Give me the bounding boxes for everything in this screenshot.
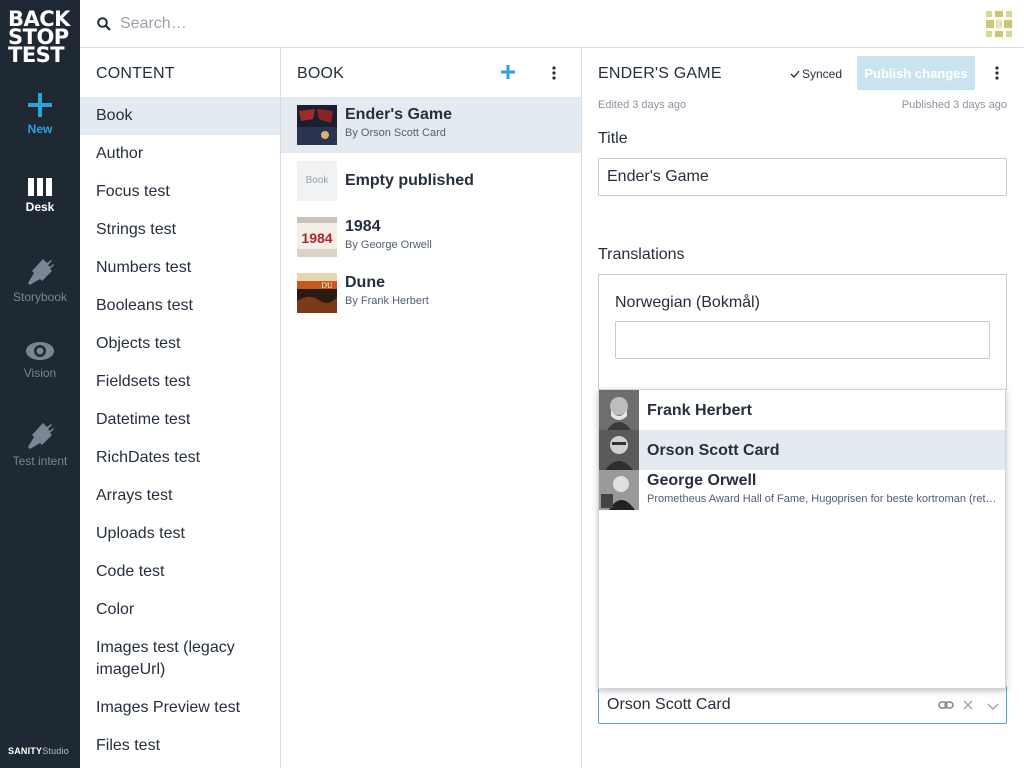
type-item-book[interactable]: Book <box>80 97 280 135</box>
author-option-description: Prometheus Award Hall of Fame, Hugoprise… <box>647 493 997 505</box>
plug-icon <box>28 259 54 285</box>
tool-storybook-button[interactable]: Storybook <box>0 256 80 304</box>
author-option-george-orwell[interactable]: George Orwell Prometheus Award Hall of F… <box>599 470 1005 510</box>
type-item-images-test-legacy[interactable]: Images test (legacy imageUrl) <box>80 629 280 689</box>
book-pane-title: BOOK <box>297 65 345 82</box>
plus-icon <box>28 93 52 117</box>
doc-title: Dune <box>345 274 385 291</box>
sanity-studio-footer: SANITYStudio <box>8 746 69 756</box>
doc-enders-game[interactable]: Ender's Game By Orson Scott Card <box>281 97 581 153</box>
published-timestamp: Published 3 days ago <box>901 99 1007 111</box>
cover-text-dune: DU <box>321 281 333 290</box>
translations-label: Translations <box>598 246 685 263</box>
book-pane-menu-icon[interactable] <box>551 65 557 81</box>
app-sidebar: BACK STOP TEST New Desk Storybook Vision… <box>0 0 80 768</box>
editor-menu-icon[interactable] <box>994 65 1000 81</box>
book-cover-thumbnail: DU <box>297 273 337 313</box>
type-item-richdates-test[interactable]: RichDates test <box>80 439 280 477</box>
doc-title: 1984 <box>345 218 381 235</box>
doc-title: Empty published <box>345 172 474 189</box>
edited-timestamp: Edited 3 days ago <box>598 99 687 111</box>
doc-empty-published[interactable]: Book Empty published <box>281 153 581 209</box>
doc-subtitle: By Orson Scott Card <box>345 127 446 139</box>
type-item-booleans-test[interactable]: Booleans test <box>80 287 280 325</box>
type-item-datetime-test[interactable]: Datetime test <box>80 401 280 439</box>
content-pane-title: CONTENT <box>96 65 175 82</box>
type-item-numbers-test[interactable]: Numbers test <box>80 249 280 287</box>
tool-desk-label: Desk <box>25 200 55 214</box>
author-option-name: Orson Scott Card <box>647 442 780 459</box>
content-pane: CONTENT Book Author Focus test Strings t… <box>80 48 281 768</box>
norwegian-field-label: Norwegian (Bokmål) <box>615 294 760 311</box>
doc-dune[interactable]: DU Dune By Frank Herbert <box>281 265 581 321</box>
book-pane: BOOK Ender's Game By Orson Scott Card Bo… <box>281 48 582 768</box>
book-placeholder-thumbnail: Book <box>297 161 337 201</box>
author-avatar <box>599 470 639 510</box>
columns-icon <box>28 178 52 196</box>
tool-test-intent-button[interactable]: Test intent <box>0 420 80 468</box>
author-option-orson-scott-card[interactable]: Orson Scott Card <box>599 430 1005 470</box>
content-type-list: Book Author Focus test Strings test Numb… <box>80 97 280 765</box>
type-item-files-test[interactable]: Files test <box>80 727 280 765</box>
tool-test-intent-label: Test intent <box>12 454 68 468</box>
link-icon[interactable] <box>938 699 954 711</box>
tool-storybook-label: Storybook <box>12 290 68 304</box>
sync-status-label: Synced <box>802 67 843 81</box>
doc-title: Ender's Game <box>345 106 452 123</box>
title-field-label: Title <box>598 130 628 147</box>
type-item-code-test[interactable]: Code test <box>80 553 280 591</box>
eye-icon <box>26 342 54 360</box>
doc-subtitle: By Frank Herbert <box>345 295 429 307</box>
type-item-focus-test[interactable]: Focus test <box>80 173 280 211</box>
check-icon <box>790 70 800 78</box>
norwegian-input[interactable] <box>615 321 990 359</box>
doc-1984[interactable]: 1984 1984 By George Orwell <box>281 209 581 265</box>
user-avatar[interactable] <box>984 9 1014 39</box>
top-search-bar <box>80 0 1024 48</box>
search-input[interactable] <box>120 12 720 36</box>
brand-line-3: TEST <box>8 43 65 67</box>
type-item-author[interactable]: Author <box>80 135 280 173</box>
doc-subtitle: By George Orwell <box>345 239 432 251</box>
translations-fieldset: Norwegian (Bokmål) <box>598 274 1007 390</box>
tool-vision-label: Vision <box>23 366 57 380</box>
type-item-arrays-test[interactable]: Arrays test <box>80 477 280 515</box>
tool-new-label: New <box>27 122 53 136</box>
sync-status: Synced <box>790 67 842 81</box>
cover-text-1984: 1984 <box>301 230 332 246</box>
editor-title: ENDER'S GAME <box>598 65 722 82</box>
chevron-down-icon[interactable] <box>987 703 999 711</box>
type-item-uploads-test[interactable]: Uploads test <box>80 515 280 553</box>
author-avatar <box>599 430 639 470</box>
search-icon <box>97 17 111 31</box>
footer-product: Studio <box>42 746 69 756</box>
brand-logo[interactable]: BACK STOP TEST <box>8 9 74 67</box>
book-cover-thumbnail: 1984 <box>297 217 337 257</box>
author-options-dropdown: Frank Herbert Orson Scott Card George Or… <box>598 389 1006 689</box>
plug-icon <box>28 423 54 449</box>
type-item-fieldsets-test[interactable]: Fieldsets test <box>80 363 280 401</box>
author-reference-select[interactable]: Orson Scott Card <box>598 686 1007 724</box>
author-option-name: George Orwell <box>647 472 757 489</box>
publish-changes-button[interactable]: Publish changes <box>857 56 975 90</box>
tool-new-button[interactable]: New <box>0 92 80 136</box>
add-document-button[interactable] <box>499 63 517 81</box>
book-document-list: Ender's Game By Orson Scott Card Book Em… <box>281 97 581 321</box>
type-item-images-preview-test[interactable]: Images Preview test <box>80 689 280 727</box>
clear-icon[interactable] <box>963 700 973 710</box>
type-item-strings-test[interactable]: Strings test <box>80 211 280 249</box>
author-avatar <box>599 390 639 430</box>
author-option-name: Frank Herbert <box>647 402 752 419</box>
tool-vision-button[interactable]: Vision <box>0 340 80 380</box>
type-item-objects-test[interactable]: Objects test <box>80 325 280 363</box>
book-cover-thumbnail <box>297 105 337 145</box>
footer-brand: SANITY <box>8 746 43 756</box>
author-option-frank-herbert[interactable]: Frank Herbert <box>599 390 1005 430</box>
type-item-color[interactable]: Color <box>80 591 280 629</box>
title-input[interactable] <box>598 158 1007 196</box>
tool-desk-button[interactable]: Desk <box>0 178 80 214</box>
author-reference-value: Orson Scott Card <box>607 696 731 713</box>
